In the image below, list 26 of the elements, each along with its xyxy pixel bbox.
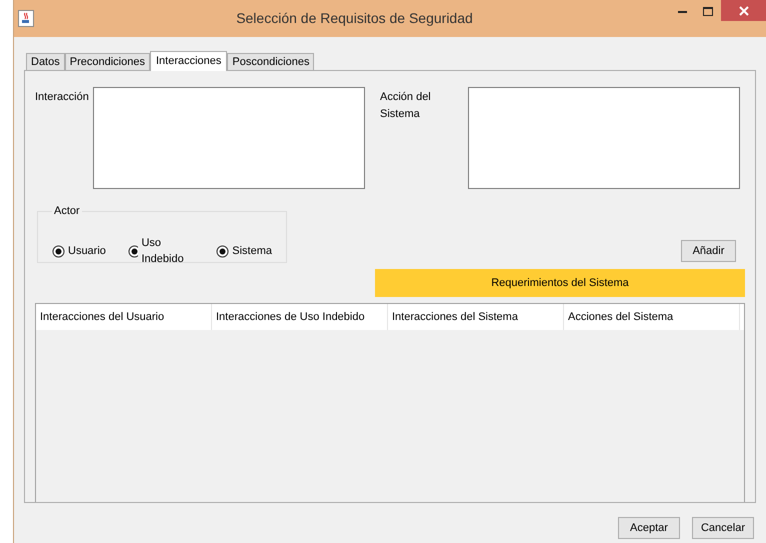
group-title: Actor xyxy=(53,204,81,219)
radio-option[interactable]: Usuario xyxy=(52,234,106,268)
column-header[interactable]: Interacciones del Sistema xyxy=(388,304,564,330)
interaction-field[interactable] xyxy=(93,87,365,189)
dialog-button[interactable]: Cancelar xyxy=(692,517,754,539)
close-button[interactable] xyxy=(721,0,766,21)
window-title: Selección de Requisitos de Seguridad xyxy=(235,9,474,28)
column-header[interactable]: Interacciones de Uso Indebido xyxy=(212,304,388,330)
radio-option[interactable]: Sistema xyxy=(216,234,272,268)
field-label: Interacción xyxy=(35,90,90,105)
java-cup-icon xyxy=(18,10,34,27)
maximize-icon xyxy=(703,6,713,16)
add-button[interactable]: Añadir xyxy=(681,240,736,262)
close-icon xyxy=(738,6,748,16)
tab[interactable]: Datos xyxy=(26,53,65,70)
requirements-banner: Requerimientos del Sistema xyxy=(375,269,745,297)
column-header[interactable]: Acciones del Sistema xyxy=(564,304,740,330)
tab[interactable]: Precondiciones xyxy=(64,53,150,70)
radio-option[interactable]: Uso Indebido xyxy=(128,234,194,268)
minimize-icon xyxy=(678,10,686,12)
tab[interactable]: Poscondiciones xyxy=(227,53,314,70)
column-header[interactable]: Interacciones del Usuario xyxy=(36,304,212,330)
system-action-field[interactable] xyxy=(468,87,740,189)
field-label: Acción del Sistema xyxy=(380,90,432,122)
dialog-button[interactable]: Aceptar xyxy=(618,517,680,539)
tab[interactable]: Interacciones xyxy=(150,51,228,71)
